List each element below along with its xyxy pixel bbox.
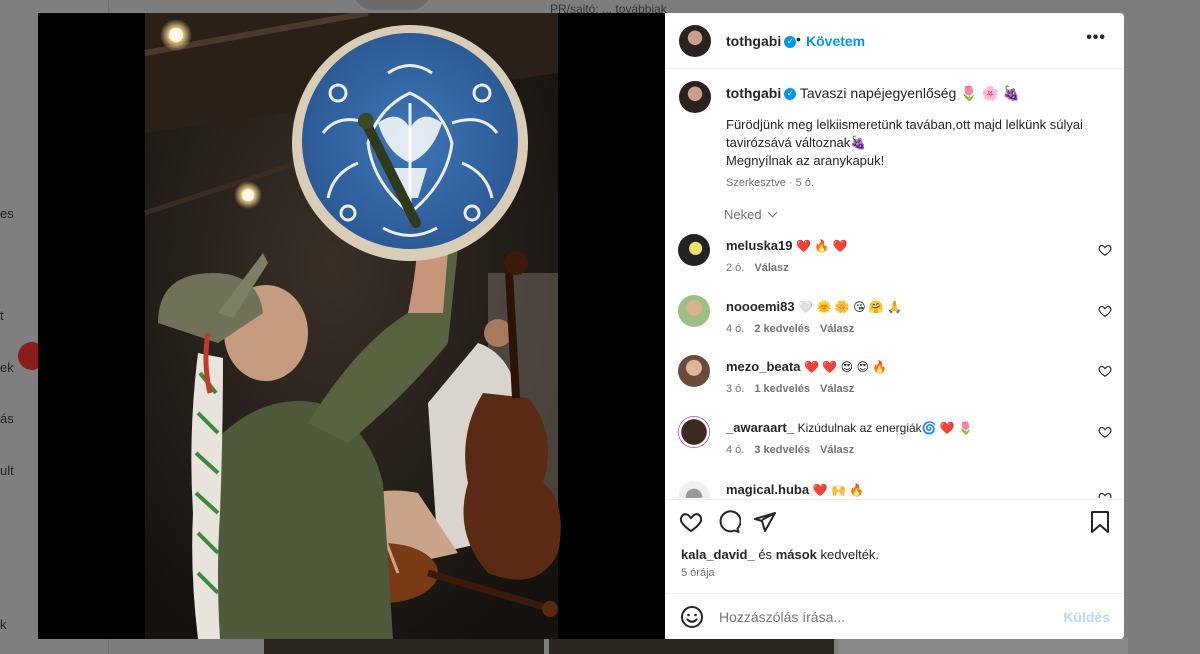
more-options-icon[interactable]: ••• (1086, 29, 1106, 47)
like-heart-icon[interactable] (679, 510, 703, 534)
comment-item: _awaraart_ Kizúdulnak az energiák🌀 ❤️ 🌷 … (665, 416, 1124, 480)
bg-sidebar-text: ek (0, 360, 14, 375)
bg-thumbnail (264, 638, 544, 654)
comment-text-line: meluska19 ❤️ 🔥 ❤️ (726, 238, 848, 253)
comment-age: 4 ó. (726, 444, 745, 456)
comments-scroll-clip: magical.huba ❤️ 🙌 🔥 (665, 473, 1124, 498)
comment-sort-dropdown[interactable]: Neked (724, 207, 778, 222)
comment-bubble-icon[interactable] (717, 510, 741, 534)
comment-age: 2 ó. (726, 262, 745, 274)
post-caption: tothgabi ✓ Tavaszi napéjegyenlőség 🌷 🌸 🍇 … (726, 84, 1106, 192)
verified-badge-icon: ✓ (784, 88, 797, 101)
comment-likes[interactable]: 2 kedvelés (754, 323, 810, 335)
comment-text-line: mezo_beata ❤️ ❤️ 😍 😍 🔥 (726, 359, 887, 374)
comment-like-heart-icon[interactable] (1098, 243, 1112, 257)
reply-button[interactable]: Válasz (820, 444, 854, 456)
comment-avatar[interactable] (678, 295, 710, 327)
comment-avatar[interactable] (678, 234, 710, 266)
comment-item: magical.huba ❤️ 🙌 🔥 (665, 481, 1124, 498)
comment-text-line: _awaraart_ Kizúdulnak az energiák🌀 ❤️ 🌷 (726, 420, 973, 435)
caption-meta: Szerkesztve · 5 ó. (726, 177, 815, 189)
caption-line: Megnyílnak az aranykapuk! (726, 153, 885, 168)
bg-sidebar-text: k (0, 617, 7, 632)
save-bookmark-icon[interactable] (1089, 510, 1111, 534)
post-header: tothgabi ✓ • Követem ••• (665, 13, 1124, 69)
follow-button[interactable]: Követem (806, 33, 865, 49)
bg-sidebar-text: ult (0, 463, 14, 478)
liked-by-suffix: kedvelték. (816, 547, 880, 562)
comment-like-heart-icon[interactable] (1098, 304, 1112, 318)
liked-by-others[interactable]: mások (776, 547, 817, 562)
chevron-down-icon (767, 207, 778, 218)
author-avatar[interactable] (679, 25, 711, 57)
bg-avatar-fragment (352, 0, 432, 10)
post-timestamp[interactable]: 5 órája (681, 567, 715, 579)
comment-username[interactable]: _awaraart_ (726, 420, 794, 435)
liked-by-connector: és (754, 547, 776, 562)
comment-avatar-story-ring[interactable] (678, 416, 710, 448)
comment-like-heart-icon[interactable] (1098, 491, 1112, 498)
comment-avatar[interactable] (678, 481, 710, 498)
bg-sidebar-text: es (0, 206, 14, 221)
share-send-icon[interactable] (753, 510, 777, 534)
verified-badge-icon: ✓ (784, 36, 797, 49)
comment-username[interactable]: mezo_beata (726, 359, 800, 374)
reply-button[interactable]: Válasz (820, 323, 854, 335)
comment-age: 3 ó. (726, 383, 745, 395)
comment-meta: 3 ó. 1 kedvelés Válasz (726, 383, 864, 395)
comment-text-line: noooemi83 🤍 🌞 🌼 😘 🤗 🙏 (726, 299, 902, 314)
post-actions: kala_david_ és mások kedvelték. 5 órája … (665, 499, 1124, 640)
reply-button[interactable]: Válasz (754, 262, 788, 274)
comment-meta: 4 ó. 2 kedvelés Válasz (726, 323, 864, 335)
caption-title: Tavaszi napéjegyenlőség 🌷 🌸 🍇 (799, 85, 1021, 101)
reply-button[interactable]: Válasz (820, 383, 854, 395)
comment-text: ❤️ 🔥 ❤️ (796, 239, 848, 253)
comment-likes[interactable]: 3 kedvelés (754, 444, 810, 456)
post-comment-button[interactable]: Küldés (1063, 609, 1110, 625)
comment-text: ❤️ ❤️ 😍 😍 🔥 (804, 360, 888, 374)
comment-like-heart-icon[interactable] (1098, 425, 1112, 439)
author-username: tothgabi (726, 33, 782, 49)
liked-by-text: kala_david_ és mások kedvelték. (681, 547, 879, 562)
comment-avatar[interactable] (678, 355, 710, 387)
bg-sidebar-text: ás (0, 411, 14, 426)
comment-item: meluska19 ❤️ 🔥 ❤️ 2 ó. Válasz (665, 234, 1124, 298)
comment-username[interactable]: noooemi83 (726, 299, 795, 314)
comment-username[interactable]: meluska19 (726, 238, 793, 253)
comment-age: 4 ó. (726, 323, 745, 335)
author-username-link[interactable]: tothgabi ✓ (726, 33, 797, 49)
comment-text: Kizúdulnak az energiák🌀 ❤️ 🌷 (797, 421, 974, 435)
comment-text: 🤍 🌞 🌼 😘 🤗 🙏 (798, 300, 903, 314)
caption-username-link[interactable]: tothgabi ✓ (726, 85, 797, 101)
comment-text-line: magical.huba ❤️ 🙌 🔥 (726, 482, 864, 497)
comment-text: ❤️ 🙌 🔥 (812, 483, 865, 497)
comment-sort-label: Neked (724, 207, 762, 222)
caption-avatar[interactable] (679, 81, 711, 113)
comment-item: noooemi83 🤍 🌞 🌼 😘 🤗 🙏 4 ó. 2 kedvelés Vála… (665, 295, 1124, 359)
post-details-panel: tothgabi ✓ • Követem ••• tothgabi ✓ Tavasz… (665, 13, 1124, 639)
emoji-picker-icon[interactable] (680, 605, 704, 629)
comment-meta: 4 ó. 3 kedvelés Válasz (726, 444, 864, 456)
header-separator: • (796, 31, 801, 47)
liked-by-user[interactable]: kala_david_ (681, 547, 755, 562)
caption-line: Fürödjünk meg lelkiismeretünk tavában,ot… (726, 117, 1083, 150)
comment-likes[interactable]: 1 kedvelés (754, 383, 810, 395)
comment-item: mezo_beata ❤️ ❤️ 😍 😍 🔥 3 ó. 1 kedvelés Vál… (665, 355, 1124, 419)
comment-input[interactable] (717, 606, 1041, 628)
add-comment-bar: Küldés (665, 593, 1124, 641)
bg-sidebar-text: t (0, 308, 4, 323)
comment-like-heart-icon[interactable] (1098, 364, 1112, 378)
comment-username[interactable]: magical.huba (726, 482, 809, 497)
caption-username: tothgabi (726, 85, 782, 101)
post-image (38, 13, 665, 639)
comment-meta: 2 ó. Válasz (726, 262, 799, 274)
